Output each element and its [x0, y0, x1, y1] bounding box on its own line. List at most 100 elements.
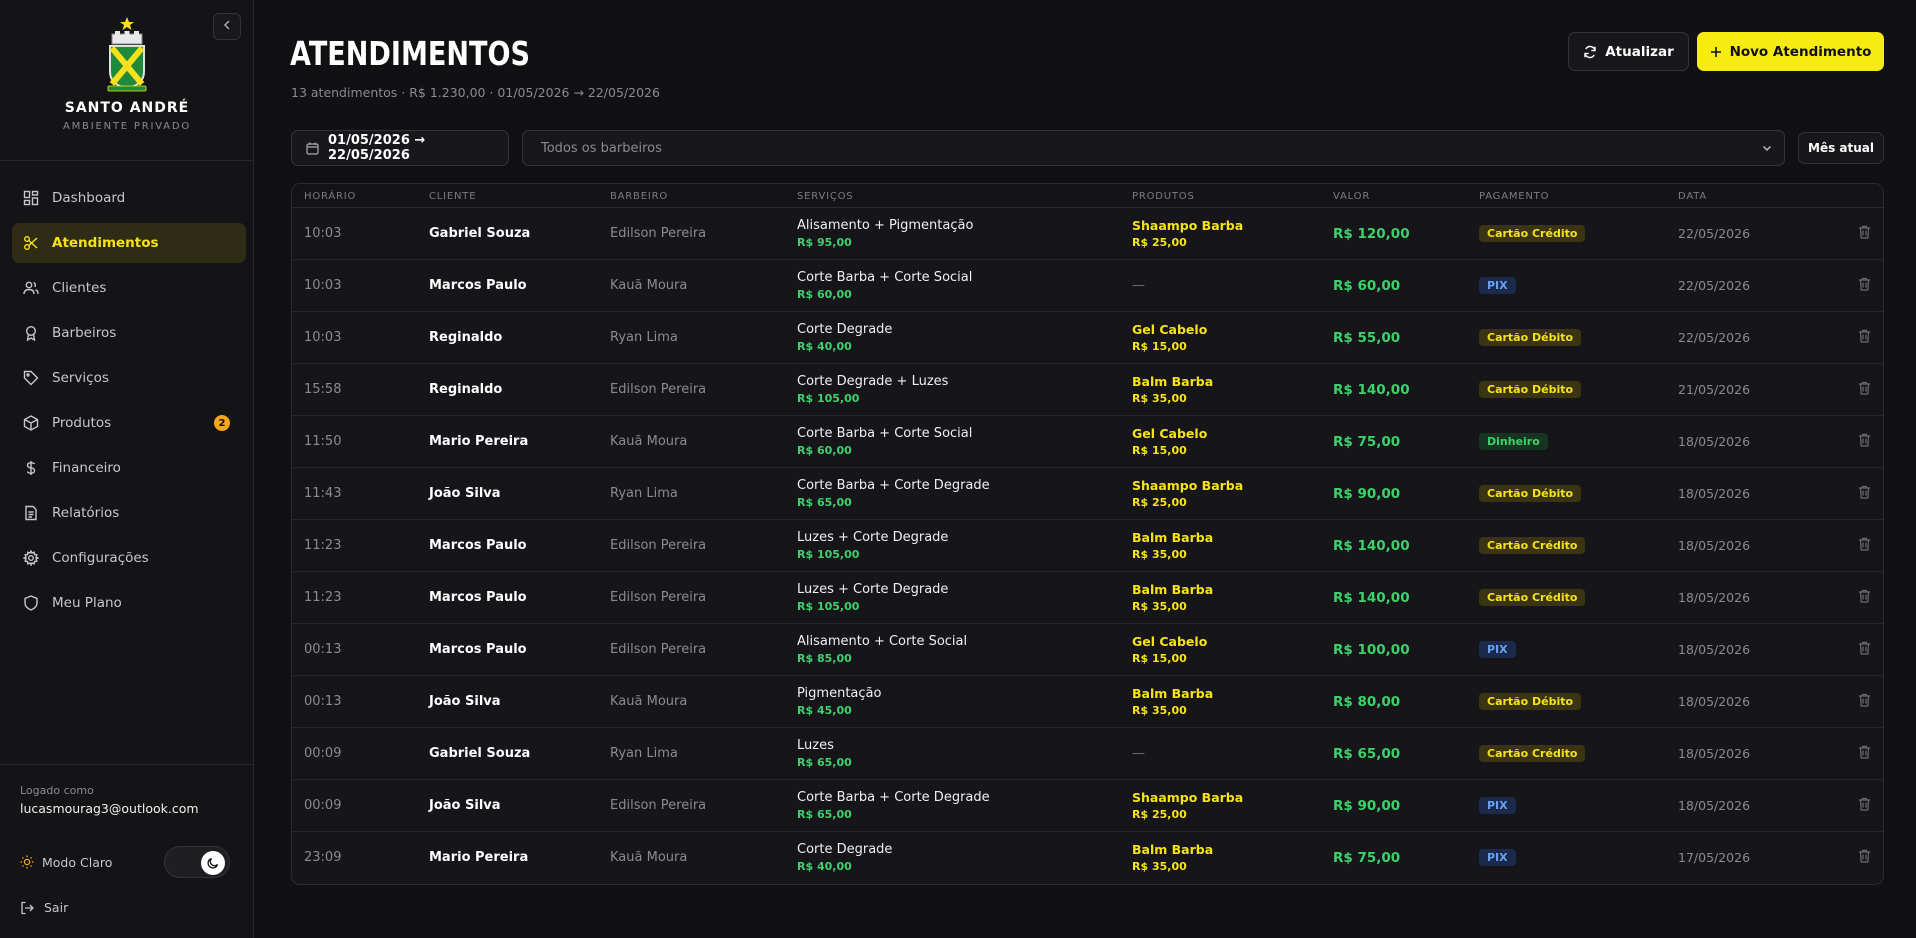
payment-badge: Cartão Débito: [1479, 381, 1582, 398]
trash-icon[interactable]: [1858, 693, 1871, 707]
produtos-count-badge: 2: [214, 415, 230, 431]
sidebar-item-barbeiros[interactable]: Barbeiros: [12, 313, 246, 353]
product-price: R$ 25,00: [1132, 236, 1187, 249]
table-row[interactable]: 23:09 Mario Pereira Kauã Moura Corte Degrad…: [292, 832, 1883, 884]
refresh-button[interactable]: Atualizar: [1568, 32, 1689, 71]
table-row[interactable]: 10:03 Marcos Paulo Kauã Moura Corte Barba +…: [292, 260, 1883, 312]
service-price: R$ 40,00: [797, 860, 852, 873]
refresh-icon: [1583, 45, 1597, 59]
table-row[interactable]: 00:13 João Silva Kauã Moura Pigmentação R$ 4…: [292, 676, 1883, 728]
total-value: R$ 90,00: [1333, 486, 1401, 502]
trash-icon[interactable]: [1858, 537, 1871, 551]
client-name: Mario Pereira: [429, 850, 529, 865]
payment-cell: PIX: [1479, 641, 1516, 658]
table-row[interactable]: 11:23 Marcos Paulo Edilson Pereira Luzes + …: [292, 520, 1883, 572]
new-appointment-button[interactable]: Novo Atendimento: [1697, 32, 1884, 71]
barber-name: Edilson Pereira: [610, 226, 707, 241]
payment-badge: PIX: [1479, 849, 1516, 866]
sidebar-divider: [0, 160, 254, 161]
client-name: João Silva: [429, 486, 501, 501]
client-name: Reginaldo: [429, 382, 503, 397]
sidebar-item-atendimentos[interactable]: Atendimentos: [12, 223, 246, 263]
new-appointment-label: Novo Atendimento: [1729, 43, 1872, 60]
total-value: R$ 65,00: [1333, 746, 1401, 762]
chevron-down-icon: [1760, 141, 1774, 155]
total-value: R$ 60,00: [1333, 278, 1401, 294]
sidebar-item-financeiro[interactable]: Financeiro: [12, 448, 246, 488]
barber-name: Edilson Pereira: [610, 538, 707, 553]
trash-icon[interactable]: [1858, 329, 1871, 343]
date-range-picker[interactable]: 01/05/2026 → 22/05/2026: [291, 130, 509, 166]
payment-badge: PIX: [1479, 797, 1516, 814]
table-row[interactable]: 15:58 Reginaldo Edilson Pereira Corte Degra…: [292, 364, 1883, 416]
service-name: Luzes + Corte Degrade: [797, 530, 949, 545]
trash-icon[interactable]: [1858, 485, 1871, 499]
product-name: Shaampo Barba: [1132, 790, 1244, 805]
service-cell: Luzes R$ 65,00: [797, 738, 852, 769]
sidebar-item-servicos[interactable]: Serviços: [12, 358, 246, 398]
sidebar-item-relatorios[interactable]: Relatórios: [12, 493, 246, 533]
trash-icon[interactable]: [1858, 433, 1871, 447]
total-value: R$ 120,00: [1333, 226, 1410, 242]
service-price: R$ 60,00: [797, 444, 852, 457]
sidebar-item-dashboard[interactable]: Dashboard: [12, 178, 246, 218]
total-value: R$ 100,00: [1333, 642, 1410, 658]
barber-select-value: Todos os barbeiros: [541, 140, 662, 156]
table-row[interactable]: 10:03 Gabriel Souza Edilson Pereira Alisame…: [292, 208, 1883, 260]
barber-name: Edilson Pereira: [610, 798, 707, 813]
trash-icon[interactable]: [1858, 641, 1871, 655]
trash-icon[interactable]: [1858, 797, 1871, 811]
product-cell: Balm Barba R$ 35,00: [1132, 842, 1213, 873]
service-cell: Corte Barba + Corte Degrade R$ 65,00: [797, 790, 990, 821]
client-name: Marcos Paulo: [429, 590, 527, 605]
current-month-label: Mês atual: [1808, 141, 1874, 155]
service-price: R$ 60,00: [797, 288, 852, 301]
client-name: Reginaldo: [429, 330, 503, 345]
table-row[interactable]: 00:09 João Silva Edilson Pereira Corte Barb…: [292, 780, 1883, 832]
product-price: R$ 15,00: [1132, 340, 1187, 353]
theme-mode-row: Modo Claro: [20, 846, 234, 878]
payment-badge: PIX: [1479, 641, 1516, 658]
logout-button[interactable]: Sair: [20, 900, 68, 915]
payment-cell: PIX: [1479, 277, 1516, 294]
client-name: João Silva: [429, 798, 501, 813]
table-row[interactable]: 11:23 Marcos Paulo Edilson Pereira Luzes + …: [292, 572, 1883, 624]
appointment-date: 18/05/2026: [1678, 798, 1751, 813]
product-price: R$ 35,00: [1132, 548, 1187, 561]
logged-as-label: Logado como: [20, 784, 94, 797]
barber-select[interactable]: Todos os barbeiros: [522, 130, 1785, 166]
sidebar-item-clientes[interactable]: Clientes: [12, 268, 246, 308]
service-name: Corte Barba + Corte Degrade: [797, 478, 990, 493]
table-row[interactable]: 11:50 Mario Pereira Kauã Moura Corte Barba …: [292, 416, 1883, 468]
logout-label: Sair: [44, 900, 69, 915]
trash-icon[interactable]: [1858, 589, 1871, 603]
table-row[interactable]: 10:03 Reginaldo Ryan Lima Corte Degrade R$ 4…: [292, 312, 1883, 364]
current-month-button[interactable]: Mês atual: [1798, 132, 1884, 164]
barber-name: Kauã Moura: [610, 694, 688, 709]
product-price: R$ 15,00: [1132, 444, 1187, 457]
brand-subtitle: AMBIENTE PRIVADO: [62, 121, 192, 132]
table-row[interactable]: 11:43 João Silva Ryan Lima Corte Barba + Co…: [292, 468, 1883, 520]
trash-icon[interactable]: [1858, 745, 1871, 759]
sidebar-item-label: Barbeiros: [52, 325, 117, 341]
sidebar-item-meu-plano[interactable]: Meu Plano: [12, 583, 246, 623]
brand-name: SANTO ANDRÉ: [64, 100, 190, 116]
trash-icon[interactable]: [1858, 277, 1871, 291]
table-row[interactable]: 00:13 Marcos Paulo Edilson Pereira Alisamen…: [292, 624, 1883, 676]
service-price: R$ 65,00: [797, 496, 852, 509]
service-name: Alisamento + Pigmentação: [797, 218, 974, 233]
service-cell: Alisamento + Corte Social R$ 85,00: [797, 634, 967, 665]
service-name: Luzes + Corte Degrade: [797, 582, 949, 597]
moon-icon: [201, 851, 225, 875]
barber-name: Ryan Lima: [610, 330, 678, 345]
no-product: —: [1132, 278, 1145, 293]
sidebar-item-produtos[interactable]: Produtos 2: [12, 403, 246, 443]
table-row[interactable]: 00:09 Gabriel Souza Ryan Lima Luzes R$ 65,00…: [292, 728, 1883, 780]
sidebar-item-configuracoes[interactable]: Configurações: [12, 538, 246, 578]
trash-icon[interactable]: [1858, 225, 1871, 239]
appointment-date: 18/05/2026: [1678, 642, 1751, 657]
theme-toggle[interactable]: [164, 846, 230, 878]
service-price: R$ 85,00: [797, 652, 852, 665]
trash-icon[interactable]: [1858, 849, 1871, 863]
trash-icon[interactable]: [1858, 381, 1871, 395]
